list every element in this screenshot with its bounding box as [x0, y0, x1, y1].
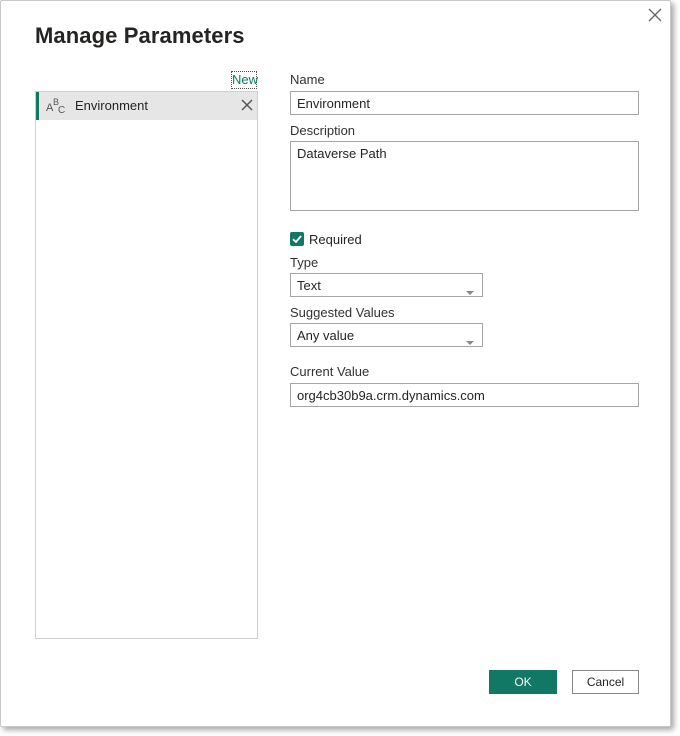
close-icon[interactable]	[645, 5, 665, 25]
name-label: Name	[290, 72, 325, 87]
checkmark-icon	[290, 232, 304, 246]
type-label: Type	[290, 255, 319, 270]
parameter-list-item-environment[interactable]: A B C Environment	[36, 92, 257, 120]
suggested-values-dropdown[interactable]: Any value	[290, 323, 483, 347]
chevron-down-icon	[466, 333, 474, 345]
abc-text-type-icon: A B C	[45, 96, 67, 116]
description-field[interactable]: Dataverse Path	[290, 141, 639, 211]
required-label: Required	[309, 232, 362, 247]
current-value-field[interactable]	[290, 383, 639, 407]
cancel-button[interactable]: Cancel	[572, 670, 639, 694]
current-value-label: Current Value	[290, 364, 370, 379]
manage-parameters-dialog: Manage Parameters New A B C Environment …	[0, 0, 671, 727]
chevron-down-icon	[466, 283, 474, 295]
type-dropdown-value: Text	[297, 278, 321, 293]
parameter-list-item-label: Environment	[75, 98, 148, 113]
suggested-values-dropdown-value: Any value	[297, 328, 355, 343]
svg-text:C: C	[58, 105, 65, 116]
suggested-values-label: Suggested Values	[290, 305, 395, 320]
delete-x-icon[interactable]	[240, 98, 254, 112]
dialog-title: Manage Parameters	[35, 23, 245, 48]
name-field[interactable]	[290, 91, 639, 115]
description-label: Description	[290, 123, 356, 138]
parameter-list: A B C Environment	[35, 91, 258, 639]
type-dropdown[interactable]: Text	[290, 273, 483, 297]
ok-button[interactable]: OK	[489, 670, 557, 694]
new-parameter-link[interactable]: New	[231, 71, 258, 89]
